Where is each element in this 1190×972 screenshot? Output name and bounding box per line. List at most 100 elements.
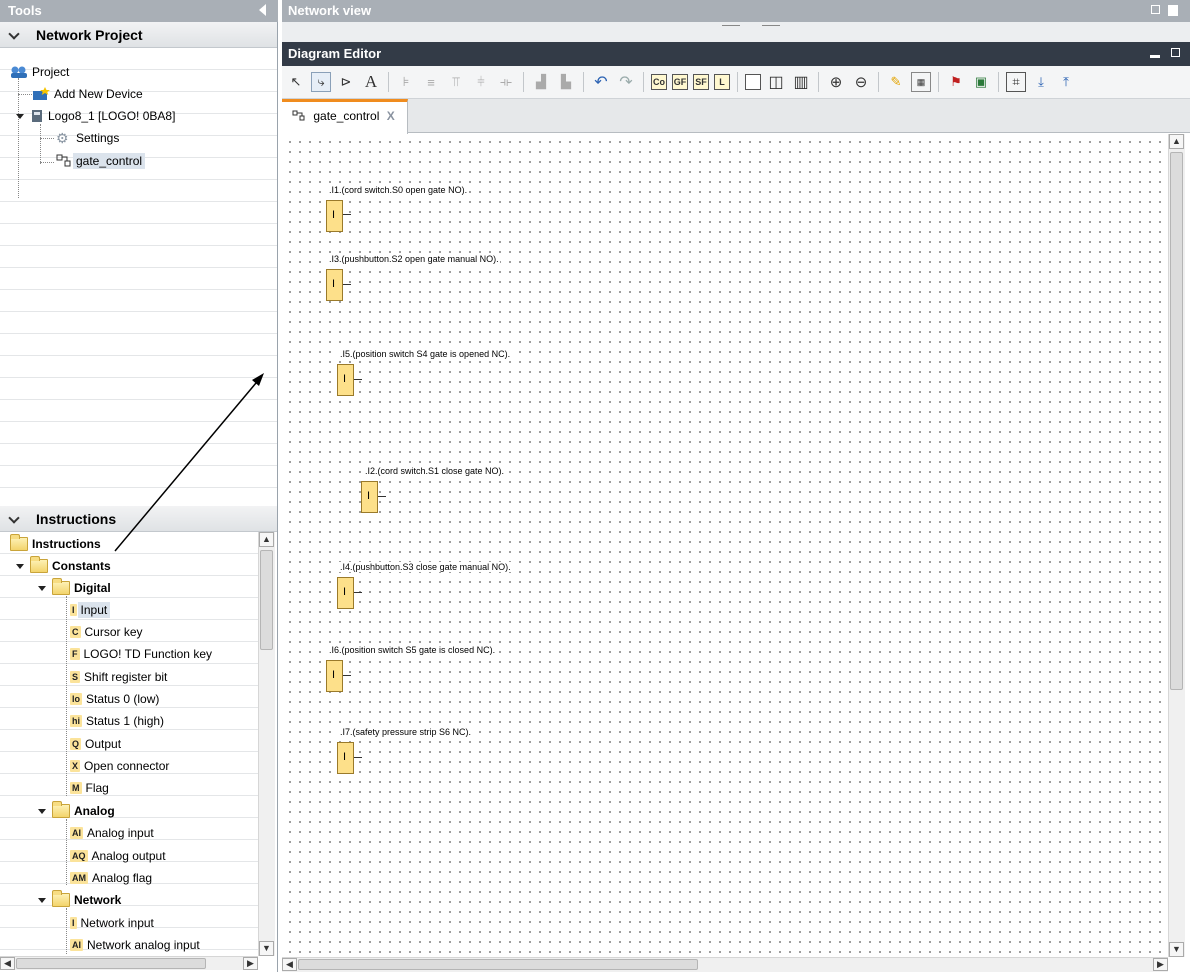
tree-item-digital[interactable]: Digital <box>38 578 111 598</box>
instructions-header[interactable]: Instructions <box>0 506 277 532</box>
block-output-pin[interactable] <box>354 379 362 380</box>
instruction-cursor-key[interactable]: C Cursor key <box>70 622 143 642</box>
instruction-analog-flag[interactable]: AM Analog flag <box>70 868 152 888</box>
expand-arrow-icon[interactable] <box>38 585 46 591</box>
expand-arrow-icon[interactable] <box>38 808 46 814</box>
instruction-network-analog-input[interactable]: AI Network analog input <box>70 935 200 955</box>
scroll-right-icon[interactable]: ▶ <box>1153 958 1168 971</box>
canvas-vscrollbar[interactable]: ▲ ▼ <box>1168 134 1185 957</box>
block-tool-icon[interactable]: ⊳ <box>336 72 356 92</box>
splitter-handle-icon[interactable] <box>762 25 780 30</box>
instructions-scrollbar[interactable]: ▲ ▼ <box>258 532 275 956</box>
distribute-v-icon[interactable]: ⟛ <box>496 72 516 92</box>
scroll-left-icon[interactable]: ◀ <box>282 958 297 971</box>
instruction-network-input[interactable]: I Network input <box>70 913 154 933</box>
pencil-icon[interactable]: ✎ <box>886 72 906 92</box>
collapse-panel-icon[interactable] <box>259 4 266 16</box>
split-two-icon[interactable]: ◫ <box>766 72 786 92</box>
diagram-canvas[interactable]: .I1.(cord switch.S0 open gate NO). I .I3… <box>282 134 1168 957</box>
connect-icon[interactable]: ⤷ <box>311 72 331 92</box>
select-pointer-icon[interactable]: ↖ <box>286 72 306 92</box>
instruction-shift-register-bit[interactable]: S Shift register bit <box>70 667 167 687</box>
input-block-i3[interactable]: I <box>326 269 343 301</box>
zoom-in-icon[interactable]: ⊕ <box>826 72 846 92</box>
minimize-icon[interactable] <box>1150 55 1160 58</box>
scroll-down-icon[interactable]: ▼ <box>259 941 274 956</box>
online-test-icon[interactable]: ▣ <box>971 72 991 92</box>
input-block-i2[interactable]: I <box>361 481 378 513</box>
tree-item-logo-device[interactable]: Logo8_1 [LOGO! 0BA8] <box>16 106 175 126</box>
instruction-input[interactable]: I Input <box>70 600 111 620</box>
expand-arrow-icon[interactable] <box>16 563 24 569</box>
instruction-analog-input[interactable]: AI Analog input <box>70 823 154 843</box>
expand-arrow-icon[interactable] <box>38 897 46 903</box>
instruction-td-function-key[interactable]: F LOGO! TD Function key <box>70 644 212 664</box>
scroll-down-icon[interactable]: ▼ <box>1169 942 1184 957</box>
special-functions-sf-icon[interactable]: SF <box>693 74 709 90</box>
single-view-icon[interactable] <box>745 74 761 90</box>
block-output-pin[interactable] <box>343 675 351 676</box>
input-block-i4[interactable]: I <box>337 577 354 609</box>
grid-table-icon[interactable]: ▦ <box>911 72 931 92</box>
scroll-right-icon[interactable]: ▶ <box>243 957 258 970</box>
block-output-pin[interactable] <box>343 284 351 285</box>
group-icon[interactable]: ▟ <box>531 72 551 92</box>
chevron-down-icon[interactable] <box>8 512 20 524</box>
splitter-handle-icon[interactable] <box>722 25 740 30</box>
ladder-l-icon[interactable]: L <box>714 74 730 90</box>
tree-item-settings[interactable]: ⚙ Settings <box>56 128 119 148</box>
instruction-output[interactable]: Q Output <box>70 734 121 754</box>
instruction-flag[interactable]: M Flag <box>70 778 109 798</box>
block-output-pin[interactable] <box>354 592 362 593</box>
zoom-out-icon[interactable]: ⊖ <box>851 72 871 92</box>
block-output-pin[interactable] <box>343 214 351 215</box>
input-block-i7[interactable]: I <box>337 742 354 774</box>
instruction-open-connector[interactable]: X Open connector <box>70 756 169 776</box>
scroll-thumb[interactable] <box>298 959 698 970</box>
constants-co-icon[interactable]: Co <box>651 74 667 90</box>
tree-item-instructions[interactable]: Instructions <box>10 534 101 554</box>
split-three-icon[interactable]: ▥ <box>791 72 811 92</box>
redo-icon[interactable]: ↷ <box>616 72 636 92</box>
basic-functions-gf-icon[interactable]: GF <box>672 74 688 90</box>
scroll-thumb[interactable] <box>1170 152 1183 690</box>
network-project-header[interactable]: Network Project <box>0 22 277 48</box>
upload-icon[interactable]: ⤒ <box>1056 72 1076 92</box>
fit-page-icon[interactable]: ⌗ <box>1006 72 1026 92</box>
align-center-icon[interactable]: ≡ <box>421 72 441 92</box>
instruction-status-1[interactable]: hi Status 1 (high) <box>70 711 164 731</box>
instruction-status-0[interactable]: lo Status 0 (low) <box>70 689 159 709</box>
chevron-down-icon[interactable] <box>8 28 20 40</box>
tree-item-add-device[interactable]: Add New Device <box>32 84 143 104</box>
text-tool-icon[interactable]: A <box>361 72 381 92</box>
network-view-splitter[interactable] <box>282 22 1190 42</box>
tree-item-analog[interactable]: Analog <box>38 801 115 821</box>
ungroup-icon[interactable]: ▙ <box>556 72 576 92</box>
instructions-hscrollbar[interactable]: ◀ ▶ <box>0 956 258 970</box>
canvas-hscrollbar[interactable]: ◀ ▶ <box>282 957 1168 972</box>
restore-icon[interactable] <box>1151 5 1160 14</box>
scroll-up-icon[interactable]: ▲ <box>259 532 274 547</box>
download-icon[interactable]: ⤓ <box>1031 72 1051 92</box>
distribute-h-icon[interactable]: ⫩ <box>471 72 491 92</box>
close-tab-icon[interactable]: X <box>387 109 395 123</box>
align-left-icon[interactable]: ⊧ <box>396 72 416 92</box>
scroll-thumb[interactable] <box>260 550 273 650</box>
undo-icon[interactable]: ↶ <box>591 72 611 92</box>
scroll-up-icon[interactable]: ▲ <box>1169 134 1184 149</box>
scroll-thumb[interactable] <box>16 958 206 969</box>
align-top-icon[interactable]: ⫪ <box>446 72 466 92</box>
tree-item-network[interactable]: Network <box>38 890 121 910</box>
restore-icon[interactable] <box>1171 48 1180 57</box>
maximize-icon[interactable] <box>1168 5 1178 16</box>
tree-item-gate-control[interactable]: gate_control <box>56 151 146 171</box>
input-block-i6[interactable]: I <box>326 660 343 692</box>
input-block-i5[interactable]: I <box>337 364 354 396</box>
tree-item-constants[interactable]: Constants <box>16 556 111 576</box>
input-block-i1[interactable]: I <box>326 200 343 232</box>
expand-arrow-icon[interactable] <box>16 113 24 119</box>
instruction-analog-output[interactable]: AQ Analog output <box>70 846 166 866</box>
block-output-pin[interactable] <box>378 496 386 497</box>
block-output-pin[interactable] <box>354 757 362 758</box>
simulation-icon[interactable]: ⚑ <box>946 72 966 92</box>
